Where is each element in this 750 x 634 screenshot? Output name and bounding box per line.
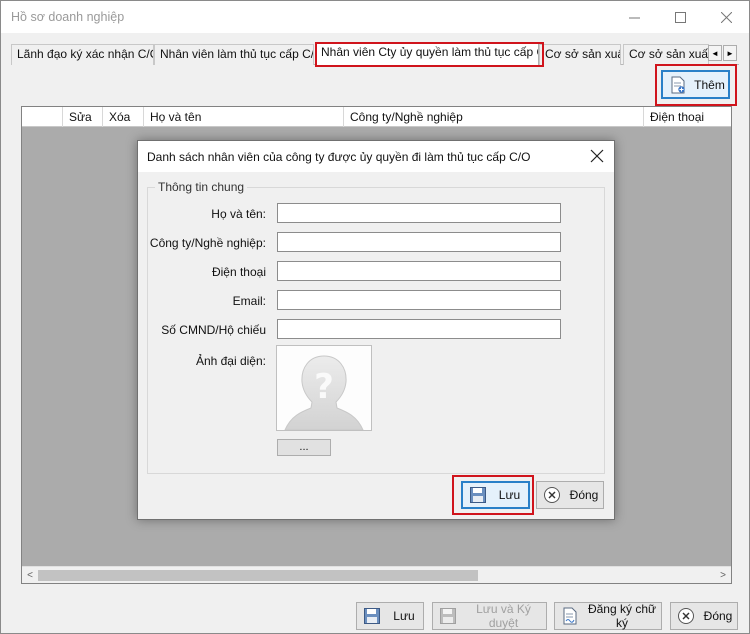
add-button[interactable]: Thêm [661,70,730,99]
tab-scroll-left-button[interactable]: ◄ [708,45,722,61]
tab-authorized-staff[interactable]: Nhân viên Cty ủy quyền làm thủ tục cấp C… [315,42,539,66]
email-input[interactable] [277,290,561,310]
column-header-delete[interactable]: Xóa [102,107,143,127]
floppy-disk-icon [440,608,456,624]
dialog-close-icon[interactable] [590,149,604,163]
avatar-image[interactable]: ? [276,345,372,431]
dialog-title-bar: Danh sách nhân viên của công ty được ủy … [138,141,614,172]
tab-label: Nhân viên Cty ủy quyền làm thủ tục cấp C… [321,45,539,59]
tab-label: Cơ sở sản xuất [545,47,621,61]
floppy-disk-icon [364,608,380,624]
save-and-approve-label: Lưu và Ký duyệt [476,602,531,630]
grid-row-header [22,107,62,127]
close-circle-icon [678,608,694,624]
tab-label: Cơ sở sản xuất của [629,47,709,61]
dialog-title: Danh sách nhân viên của công ty được ủy … [147,150,531,164]
chevron-right-icon: ► [726,48,734,58]
register-signature-button[interactable]: Đăng ký chữ ký [554,602,662,630]
save-and-approve-button[interactable]: Lưu và Ký duyệt [432,602,547,630]
svg-text:?: ? [314,367,334,407]
minimize-button[interactable] [611,1,657,33]
chevron-left-icon: ◄ [711,48,719,58]
main-window: Hồ sơ doanh nghiệp Lãnh đạo ký xác nhận … [0,0,750,634]
general-info-group: Thông tin chung Họ và tên: Công ty/Nghề … [147,180,605,474]
group-title: Thông tin chung [155,180,248,194]
email-label: Email: [232,294,266,308]
phone-label: Điện thoại [211,265,266,279]
avatar-label: Ảnh đại diện: [195,354,266,368]
floppy-disk-icon [470,487,486,503]
column-header-edit[interactable]: Sửa [62,107,102,127]
close-window-button[interactable] [703,1,749,33]
company-label: Công ty/Nghề nghiệp: [149,236,266,250]
dialog-close-label: Đóng [569,488,599,502]
register-signature-label: Đăng ký chữ ký [587,602,657,630]
tab-label: Lãnh đạo ký xác nhận C/O [17,47,154,61]
browse-avatar-button[interactable]: ... [277,439,331,456]
close-icon [720,11,732,23]
save-button[interactable]: Lưu [356,602,424,630]
minimize-icon [628,17,640,18]
avatar-placeholder-icon: ? [284,355,364,431]
horizontal-scrollbar[interactable]: < > [22,566,731,583]
scroll-left-arrow-icon[interactable]: < [22,567,38,584]
tab-label: Nhân viên làm thủ tục cấp C/O [160,47,314,61]
dialog-save-button[interactable]: Lưu [461,481,530,509]
company-input[interactable] [277,232,561,252]
id-number-input[interactable] [277,319,561,339]
title-bar: Hồ sơ doanh nghiệp [1,1,749,33]
tab-strip: Lãnh đạo ký xác nhận C/O Nhân viên làm t… [11,42,739,66]
scroll-thumb[interactable] [38,570,478,581]
dialog-close-button[interactable]: Đóng [536,481,604,509]
full-name-input[interactable] [277,203,561,223]
window-title: Hồ sơ doanh nghiệp [11,10,125,24]
maximize-button[interactable] [657,1,703,33]
grid-header: Sửa Xóa Họ và tên Công ty/Nghề nghiệp Đi… [22,107,731,127]
id-number-label: Số CMND/Hộ chiếu [161,323,266,337]
tab-staff-procedures[interactable]: Nhân viên làm thủ tục cấp C/O [154,44,314,65]
tab-production-facility-2[interactable]: Cơ sở sản xuất của [623,44,709,65]
column-header-name[interactable]: Họ và tên [143,107,343,127]
document-add-icon [671,76,685,93]
tab-leader-signers[interactable]: Lãnh đạo ký xác nhận C/O [11,44,154,65]
column-header-company[interactable]: Công ty/Nghề nghiệp [343,107,643,127]
tab-production-facility[interactable]: Cơ sở sản xuất [539,44,621,65]
tab-scroll-right-button[interactable]: ► [723,45,737,61]
full-name-label: Họ và tên: [211,207,266,221]
close-button[interactable]: Đóng [670,602,738,630]
scroll-right-arrow-icon[interactable]: > [715,567,731,584]
close-button-label: Đóng [703,609,733,623]
maximize-icon [674,11,686,23]
close-circle-icon [544,487,560,503]
document-signature-icon [563,607,577,625]
save-button-label: Lưu [393,609,415,623]
dialog-save-label: Lưu [498,488,521,502]
add-button-label: Thêm [694,77,725,92]
column-header-phone[interactable]: Điện thoại [643,107,731,127]
phone-input[interactable] [277,261,561,281]
staff-dialog: Danh sách nhân viên của công ty được ủy … [137,140,615,520]
